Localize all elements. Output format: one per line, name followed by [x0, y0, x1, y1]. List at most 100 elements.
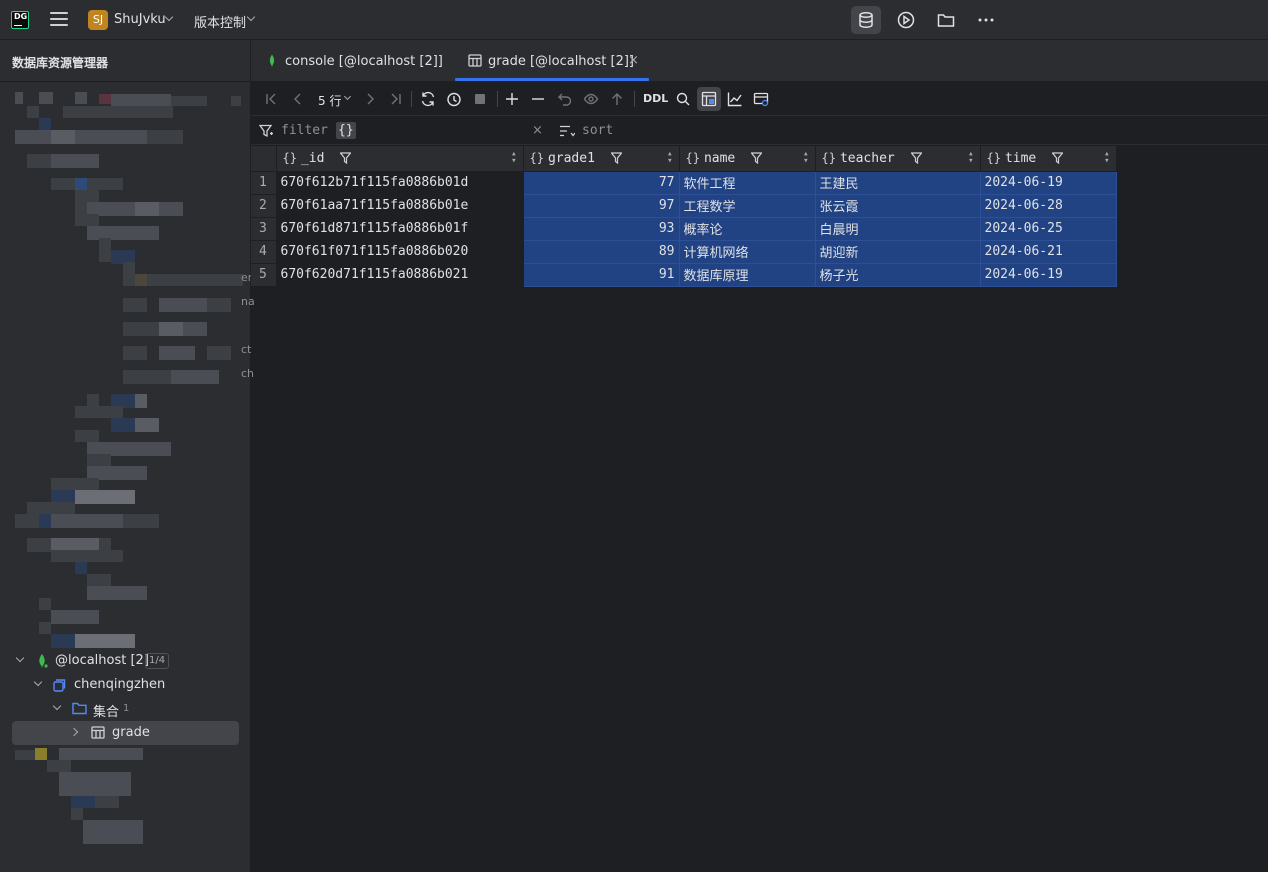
- close-icon[interactable]: ×: [628, 53, 639, 68]
- chevron-right-icon[interactable]: [69, 727, 79, 737]
- table-row[interactable]: 2 670f61aa71f115fa0886b01e 97 工程数学 张云霞 2…: [251, 194, 1117, 218]
- sort-toggle-icon[interactable]: ▴ ▾: [968, 150, 973, 166]
- column-header-name[interactable]: {} name ▴ ▾: [679, 146, 816, 172]
- column-header-time[interactable]: {} time ▴ ▾: [980, 146, 1117, 172]
- history-icon[interactable]: [442, 87, 466, 111]
- row-number[interactable]: 5: [251, 263, 277, 287]
- more-icon[interactable]: [971, 6, 1001, 34]
- database-label: chenqingzhen: [74, 677, 166, 692]
- cell-id[interactable]: 670f61d871f115fa0886b01f: [276, 217, 524, 241]
- row-number[interactable]: 4: [251, 240, 277, 264]
- column-header-id[interactable]: {} _id ▴ ▾: [276, 146, 524, 172]
- table-row[interactable]: 1 670f612b71f115fa0886b01d 77 软件工程 王建民 2…: [251, 171, 1117, 195]
- last-page-icon[interactable]: [383, 87, 407, 111]
- cell-teacher[interactable]: 胡迎新: [815, 240, 981, 264]
- filter-icon[interactable]: [751, 152, 763, 165]
- cell-name[interactable]: 概率论: [679, 217, 816, 241]
- revert-icon[interactable]: [553, 87, 577, 111]
- sort-toggle-icon[interactable]: ▴ ▾: [803, 150, 808, 166]
- cell-teacher[interactable]: 白晨明: [815, 217, 981, 241]
- table-icon: [91, 726, 105, 739]
- refresh-icon[interactable]: [416, 87, 440, 111]
- chevron-down-icon[interactable]: [52, 701, 62, 711]
- cell-time[interactable]: 2024-06-19: [980, 263, 1117, 287]
- filter-icon[interactable]: [910, 152, 922, 165]
- project-badge[interactable]: SJ: [88, 10, 108, 30]
- chevron-down-icon[interactable]: [164, 12, 174, 22]
- main-menu-icon[interactable]: [50, 12, 68, 28]
- chart-icon[interactable]: [723, 87, 747, 111]
- cell-id[interactable]: 670f620d71f115fa0886b021: [276, 263, 524, 287]
- cell-id[interactable]: 670f612b71f115fa0886b01d: [276, 171, 524, 195]
- filter-icon[interactable]: [340, 152, 352, 165]
- cell-name[interactable]: 计算机网络: [679, 240, 816, 264]
- cell-teacher[interactable]: 杨子光: [815, 263, 981, 287]
- sort-toggle-icon[interactable]: ▴ ▾: [1104, 150, 1109, 166]
- add-row-icon[interactable]: [500, 87, 524, 111]
- next-page-icon[interactable]: [358, 87, 382, 111]
- cell-name[interactable]: 工程数学: [679, 194, 816, 218]
- view-mode-icon[interactable]: [697, 87, 721, 111]
- folder-icon: [72, 702, 87, 715]
- tree-item-grade[interactable]: grade: [12, 721, 239, 745]
- cell-grade1[interactable]: 91: [523, 263, 680, 287]
- delete-row-icon[interactable]: [526, 87, 550, 111]
- chevron-down-icon[interactable]: [33, 677, 43, 687]
- cell-time[interactable]: 2024-06-25: [980, 217, 1117, 241]
- mongodb-leaf-icon: [269, 54, 275, 68]
- column-header-grade1[interactable]: {} grade1 ▴ ▾: [523, 146, 680, 172]
- chevron-down-icon[interactable]: [15, 653, 25, 663]
- stop-icon[interactable]: [468, 87, 492, 111]
- tab-grade[interactable]: grade [@localhost [2]] ×: [455, 40, 649, 82]
- column-name: time: [1004, 150, 1037, 166]
- row-number[interactable]: 1: [251, 171, 277, 195]
- cell-teacher[interactable]: 张云霞: [815, 194, 981, 218]
- folder-icon[interactable]: [931, 6, 961, 34]
- row-number[interactable]: 3: [251, 217, 277, 241]
- filter-icon[interactable]: [1052, 152, 1064, 165]
- cell-teacher[interactable]: 王建民: [815, 171, 981, 195]
- chevron-down-icon[interactable]: [246, 12, 256, 22]
- sort-toggle-icon[interactable]: ▴ ▾: [667, 150, 672, 166]
- chevron-down-icon[interactable]: [343, 92, 352, 101]
- project-name[interactable]: ShuJvku: [114, 12, 166, 27]
- tree-item-database[interactable]: chenqingzhen: [0, 673, 250, 697]
- row-number[interactable]: 2: [251, 194, 277, 218]
- cell-grade1[interactable]: 77: [523, 171, 680, 195]
- page-size-select[interactable]: 5 行: [318, 92, 341, 109]
- tab-console[interactable]: console [@localhost [2]]: [261, 40, 443, 82]
- cell-id[interactable]: 670f61aa71f115fa0886b01e: [276, 194, 524, 218]
- preview-changes-icon[interactable]: [579, 87, 603, 111]
- close-icon[interactable]: ×: [532, 123, 543, 138]
- tree-item-datasource[interactable]: @localhost [2] 1/4: [0, 649, 250, 673]
- cell-grade1[interactable]: 89: [523, 240, 680, 264]
- first-page-icon[interactable]: [260, 87, 284, 111]
- submit-icon[interactable]: [605, 87, 629, 111]
- divider: [497, 91, 498, 107]
- filter-label[interactable]: filter: [281, 123, 328, 138]
- filter-input[interactable]: {}: [336, 122, 356, 139]
- column-header-teacher[interactable]: {} teacher ▴ ▾: [815, 146, 981, 172]
- tree-item-collections-folder[interactable]: 集合 1: [0, 697, 250, 721]
- cell-time[interactable]: 2024-06-28: [980, 194, 1117, 218]
- ddl-button[interactable]: DDL: [643, 92, 668, 105]
- prev-page-icon[interactable]: [286, 87, 310, 111]
- database-icon[interactable]: [851, 6, 881, 34]
- run-icon[interactable]: [891, 6, 921, 34]
- cell-grade1[interactable]: 93: [523, 217, 680, 241]
- cell-name[interactable]: 软件工程: [679, 171, 816, 195]
- cell-id[interactable]: 670f61f071f115fa0886b020: [276, 240, 524, 264]
- cell-time[interactable]: 2024-06-21: [980, 240, 1117, 264]
- cell-name[interactable]: 数据库原理: [679, 263, 816, 287]
- table-row[interactable]: 4 670f61f071f115fa0886b020 89 计算机网络 胡迎新 …: [251, 240, 1117, 264]
- table-row[interactable]: 3 670f61d871f115fa0886b01f 93 概率论 白晨明 20…: [251, 217, 1117, 241]
- vcs-menu[interactable]: 版本控制: [194, 12, 246, 31]
- search-icon[interactable]: [671, 87, 695, 111]
- sort-input[interactable]: sort: [582, 123, 613, 138]
- filter-icon[interactable]: [610, 152, 622, 165]
- cell-grade1[interactable]: 97: [523, 194, 680, 218]
- cell-time[interactable]: 2024-06-19: [980, 171, 1117, 195]
- data-editor-icon[interactable]: [749, 87, 773, 111]
- sort-toggle-icon[interactable]: ▴ ▾: [511, 150, 516, 166]
- table-row[interactable]: 5 670f620d71f115fa0886b021 91 数据库原理 杨子光 …: [251, 263, 1117, 287]
